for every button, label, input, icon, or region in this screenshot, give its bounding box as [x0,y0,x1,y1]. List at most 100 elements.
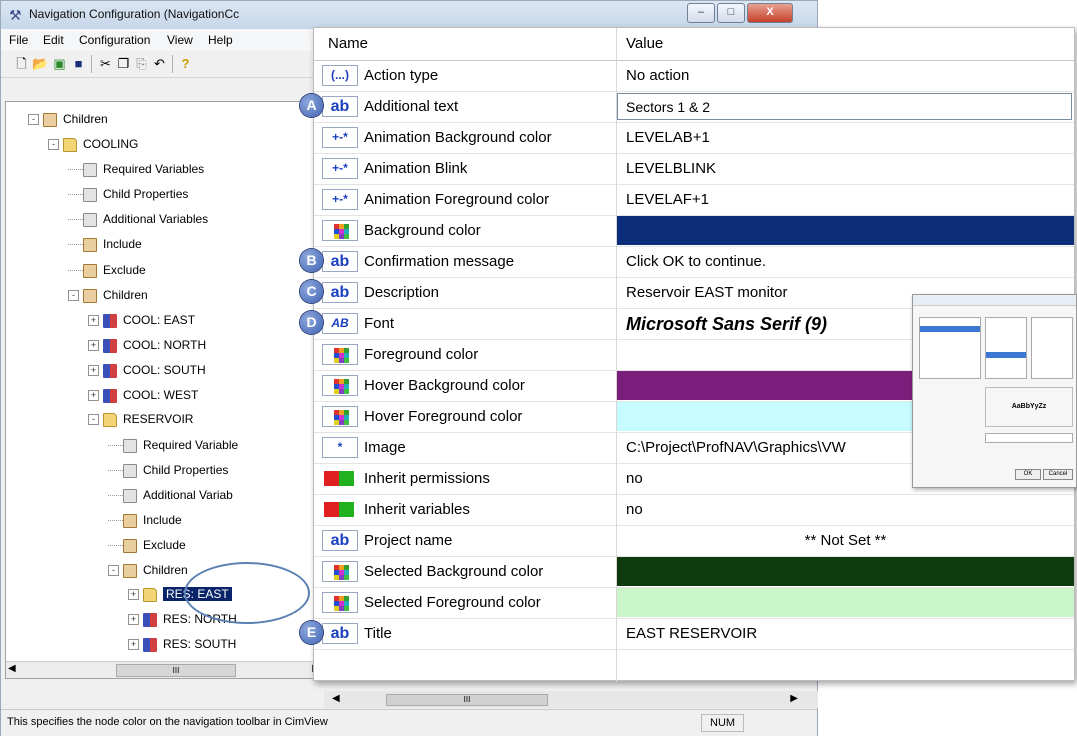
property-value[interactable]: no [626,495,643,525]
property-value[interactable]: Reservoir EAST monitor [626,278,787,308]
menu-help[interactable]: Help [208,33,233,47]
property-value[interactable]: Microsoft Sans Serif (9) [626,309,827,339]
property-value[interactable]: EAST RESERVOIR [626,619,757,649]
property-value[interactable]: LEVELAF+1 [626,185,709,215]
tree-node[interactable]: - Children [28,110,108,128]
collapse-icon[interactable]: - [108,565,119,577]
undo-icon[interactable]: ↶ [151,55,168,72]
property-value[interactable]: Click OK to continue. [626,247,766,277]
new-icon[interactable]: 🗋 [13,55,30,72]
scroll-thumb[interactable]: III [116,664,236,677]
import-icon[interactable]: ▣ [51,55,68,72]
expand-icon[interactable]: + [88,390,99,402]
tree-node[interactable]: + COOL: NORTH [88,336,206,354]
property-value[interactable]: No action [626,61,689,91]
property-row[interactable]: +-* Animation Blink LEVELBLINK [314,154,1074,185]
tree-node-label: Children [143,563,188,577]
tree-node[interactable]: Include [108,511,182,529]
font-ok-button[interactable]: OK [1015,469,1041,480]
scroll-thumb[interactable]: III [386,694,548,706]
tree-node[interactable]: + COOL: WEST [88,386,198,404]
copy-icon[interactable]: ❐ [115,55,132,72]
property-row[interactable]: ab Confirmation message Click OK to contin… [314,247,1074,278]
tree-node[interactable]: Exclude [68,261,146,279]
property-row[interactable]: ab Title EAST RESERVOIR [314,619,1074,650]
tree-node[interactable]: Child Properties [68,185,188,203]
property-name: Project name [364,532,453,549]
property-row[interactable]: Inherit variables no [314,495,1074,526]
collapse-icon[interactable]: - [68,290,79,302]
callout-marker: D [300,311,323,334]
help-icon[interactable]: ? [177,55,194,72]
script-select[interactable] [985,433,1073,443]
color-value-swatch[interactable] [617,588,1074,617]
column-divider[interactable] [616,28,617,682]
scroll-left-arrow-icon[interactable]: ◀ [332,693,340,704]
menu-edit[interactable]: Edit [43,33,64,47]
callout-marker: A [300,94,323,117]
scroll-right-arrow-icon[interactable]: ▶ [790,693,798,704]
property-value[interactable]: C:\Project\ProfNAV\Graphics\VW [626,433,846,463]
collapse-icon[interactable]: - [48,139,59,151]
folder-icon [143,587,157,602]
property-row[interactable]: (...) Action type No action [314,61,1074,92]
tree-node[interactable]: - RESERVOIR [88,410,193,428]
font-cancel-button[interactable]: Cancel [1043,469,1073,480]
tree-node[interactable]: Additional Variab [108,486,233,504]
close-button[interactable]: X [747,3,793,23]
property-value[interactable]: ** Not Set ** [617,526,1074,556]
property-value[interactable]: Sectors 1 & 2 [626,92,710,122]
property-value[interactable]: no [626,464,643,494]
tree-node[interactable]: - Children [68,286,148,304]
node-icon [143,612,157,627]
tree-node[interactable]: Exclude [108,536,186,554]
property-row[interactable]: Background color [314,216,1074,247]
property-row[interactable]: Selected Background color [314,557,1074,588]
collapse-icon[interactable]: - [88,414,99,426]
scroll-left-arrow-icon[interactable]: ◀ [8,663,16,674]
menu-file[interactable]: File [9,33,28,47]
tree-horizontal-scrollbar[interactable]: ◀ III ▶ [6,661,322,678]
property-row[interactable]: Selected Foreground color [314,588,1074,619]
tree-node[interactable]: - Children [108,561,188,579]
expand-icon[interactable]: + [88,315,99,327]
minimize-button[interactable]: – [687,3,715,23]
collapse-icon[interactable]: - [28,114,39,126]
property-value[interactable]: LEVELAB+1 [626,123,710,153]
property-row[interactable]: ab Additional text Sectors 1 & 2 [314,92,1074,123]
save-icon[interactable]: ■ [70,55,87,72]
cut-icon[interactable]: ✂ [97,55,114,72]
tree-node[interactable]: Required Variable [108,436,238,454]
font-list[interactable] [919,317,981,379]
tree-node[interactable]: Required Variables [68,160,204,178]
font-size-list[interactable] [1031,317,1073,379]
menu-configuration[interactable]: Configuration [79,33,150,47]
tree-connector [68,194,83,196]
tree-node[interactable]: + RES: SOUTH [128,635,236,653]
tree-node[interactable]: Child Properties [108,461,228,479]
expand-icon[interactable]: + [88,365,99,377]
color-value-swatch[interactable] [617,557,1074,586]
expand-icon[interactable]: + [128,589,139,601]
tree-node[interactable]: Additional Variables [68,210,208,228]
expand-icon[interactable]: + [88,340,99,352]
tree-node[interactable]: + COOL: SOUTH [88,361,206,379]
maximize-button[interactable]: □ [717,3,745,23]
palette-swatch [344,420,349,425]
paste-icon[interactable]: ⎘ [133,55,150,72]
font-style-list[interactable] [985,317,1027,379]
property-value[interactable]: LEVELBLINK [626,154,716,184]
property-row[interactable]: ab Project name ** Not Set ** [314,526,1074,557]
property-row[interactable]: +-* Animation Background color LEVELAB+1 [314,123,1074,154]
property-row[interactable]: +-* Animation Foreground color LEVELAF+1 [314,185,1074,216]
grid-horizontal-scrollbar[interactable]: ◀ III ▶ [324,691,818,708]
open-icon[interactable]: 📂 [32,55,49,72]
color-value-swatch[interactable] [617,216,1074,245]
expand-icon[interactable]: + [128,639,139,651]
tree-node[interactable]: - COOLING [48,135,138,153]
property-name: Selected Background color [364,563,544,580]
tree-node[interactable]: + COOL: EAST [88,311,195,329]
expand-icon[interactable]: + [128,614,139,626]
tree-node[interactable]: Include [68,235,142,253]
menu-view[interactable]: View [167,33,193,47]
